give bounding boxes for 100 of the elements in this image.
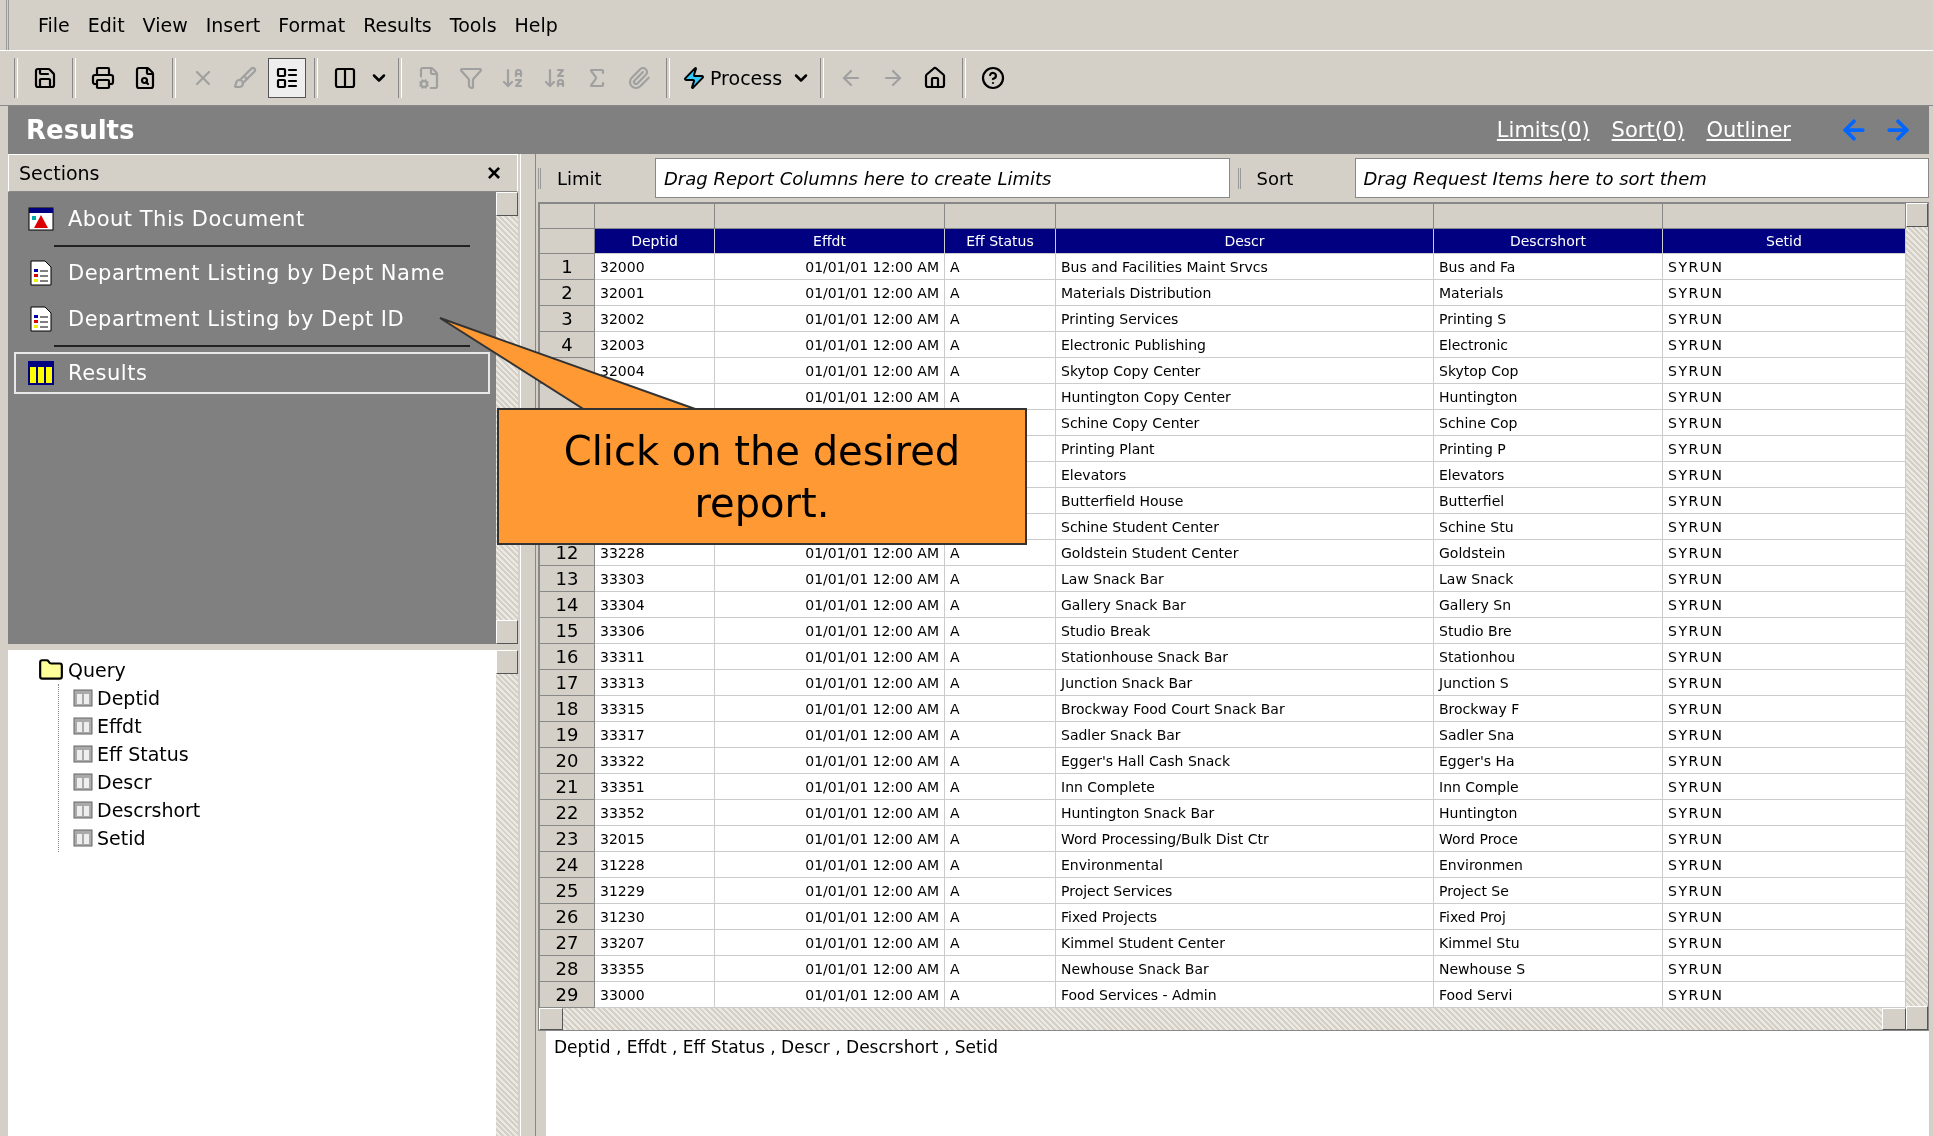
table-cell: 01/01/01 12:00 AM [714,279,945,306]
table-cell: Inn Comple [1433,773,1663,800]
row-header: 24 [539,851,595,878]
row-header: 1 [539,253,595,280]
table-cell: 32001 [594,279,715,306]
tree-item[interactable]: Setid [97,827,146,849]
table-cell: 33351 [594,773,715,800]
row-header: 17 [539,669,595,696]
tree-item[interactable]: Descr [97,771,152,793]
table-cell: Schine Copy Center [1055,409,1434,436]
table-cell: 32015 [594,825,715,852]
table-cell: A [944,877,1056,904]
menu-item[interactable]: Tools [442,10,504,40]
row-header: 3 [539,305,595,332]
column-icon [73,829,93,847]
report-icon [28,260,54,286]
row-header: 15 [539,617,595,644]
table-cell: SYRUN [1662,981,1906,1008]
table-cell: SYRUN [1662,617,1906,644]
section-item[interactable]: Results [14,352,490,394]
section-item[interactable]: Department Listing by Dept ID [14,298,490,340]
column-header[interactable]: Effdt [714,228,945,254]
table-cell: Brockway F [1433,695,1663,722]
table-cell: 01/01/01 12:00 AM [714,903,945,930]
scrollbar[interactable] [1906,203,1928,1030]
table-cell: Fixed Projects [1055,903,1434,930]
header-link[interactable]: Sort(0) [1611,118,1685,142]
column-handle[interactable] [539,203,595,229]
column-handle[interactable] [594,203,715,229]
row-header: 20 [539,747,595,774]
tree-item[interactable]: Descrshort [97,799,201,821]
header-link[interactable]: Limits(0) [1496,118,1590,142]
column-handle[interactable] [714,203,945,229]
menu-item[interactable]: Insert [198,10,268,40]
table-cell: 33315 [594,695,715,722]
lightning-icon [682,66,706,90]
save-icon [33,66,57,90]
column-header[interactable]: Setid [1662,228,1906,254]
table-cell: Butterfield House [1055,487,1434,514]
column-header[interactable]: Descr [1055,228,1434,254]
column-icon [73,689,93,707]
menu-item[interactable]: View [135,10,195,40]
section-item[interactable]: About This Document [14,198,490,240]
menu-item[interactable]: Edit [80,10,132,40]
column-handle[interactable] [1433,203,1663,229]
section-title: Results [26,115,136,145]
table-cell: Elevators [1433,461,1663,488]
tree-item[interactable]: Deptid [97,687,161,709]
table-cell: A [944,955,1056,982]
row-header: 29 [539,981,595,1008]
horizontal-scrollbar[interactable] [539,1008,1906,1030]
table-cell: 33322 [594,747,715,774]
limit-drop-zone[interactable]: Drag Report Columns here to create Limits [655,158,1230,198]
close-button[interactable]: × [483,159,505,187]
table-cell: 01/01/01 12:00 AM [714,799,945,826]
sort-drop-zone[interactable]: Drag Request Items here to sort them [1354,158,1929,198]
table-cell: Stationhouse Snack Bar [1055,643,1434,670]
table-cell: SYRUN [1662,825,1906,852]
table-cell: Gallery Sn [1433,591,1663,618]
column-header[interactable]: Descrshort [1433,228,1663,254]
row-header: 2 [539,279,595,306]
header-link[interactable]: Outliner [1706,118,1791,142]
toolbar-button[interactable] [268,58,306,98]
table-cell: 01/01/01 12:00 AM [714,851,945,878]
table-cell: Elevators [1055,461,1434,488]
column-handle[interactable] [944,203,1056,229]
table-cell: A [944,643,1056,670]
row-header: 13 [539,565,595,592]
table-cell: 01/01/01 12:00 AM [714,669,945,696]
tree-item[interactable]: Query [68,659,126,681]
row-header: 28 [539,955,595,982]
menu-item[interactable]: File [31,10,77,40]
menu-item[interactable]: Format [271,10,353,40]
corner-cell[interactable] [539,228,595,254]
table-cell: 31228 [594,851,715,878]
tree-item[interactable]: Eff Status [97,743,189,765]
column-header[interactable]: Deptid [594,228,715,254]
row-header: 14 [539,591,595,618]
column-handle[interactable] [1662,203,1906,229]
request-items: Deptid , Effdt , Eff Status , Descr , Descrshort , Setid [553,1036,1000,1059]
process-button[interactable]: Process [678,58,787,98]
table-cell: 33355 [594,955,715,982]
table-cell: Gallery Snack Bar [1055,591,1434,618]
tree-item[interactable]: Effdt [97,715,142,737]
table-cell: Studio Break [1055,617,1434,644]
scrollbar[interactable] [496,650,518,1136]
table-cell: Goldstein [1433,539,1663,566]
table-cell: SYRUN [1662,383,1906,410]
table-cell: A [944,981,1056,1008]
menu-item[interactable]: Results [356,10,439,40]
table-cell: Project Se [1433,877,1663,904]
table-cell: SYRUN [1662,435,1906,462]
table-cell: 01/01/01 12:00 AM [714,695,945,722]
section-item[interactable]: Department Listing by Dept Name [14,252,490,294]
filter-icon [459,66,483,90]
column-handle[interactable] [1055,203,1434,229]
table-cell: SYRUN [1662,279,1906,306]
column-header[interactable]: Eff Status [944,228,1056,254]
table-cell: A [944,331,1056,358]
menu-item[interactable]: Help [507,10,565,40]
